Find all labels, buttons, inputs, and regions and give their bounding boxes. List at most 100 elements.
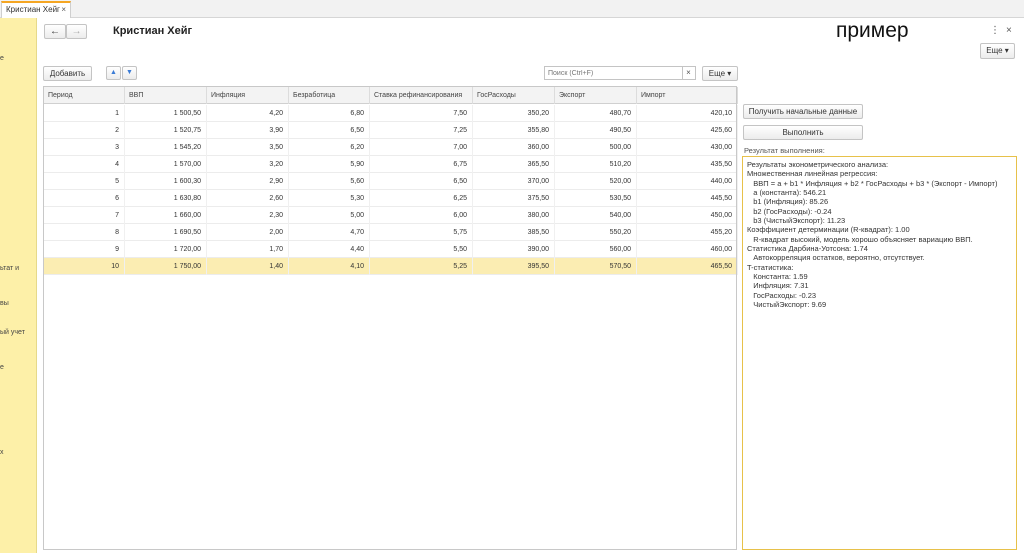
table-cell[interactable]: 2 xyxy=(44,122,125,139)
table-cell[interactable]: 1,70 xyxy=(207,241,289,258)
table-row[interactable]: 81 690,50 2,00 4,70 5,75 385,50 550,20 455,20 xyxy=(44,224,738,241)
table-cell[interactable]: 370,00 xyxy=(473,173,555,190)
table-cell[interactable]: 355,80 xyxy=(473,122,555,139)
table-cell[interactable]: 445,50 xyxy=(637,190,738,207)
table-cell[interactable]: 1 600,30 xyxy=(125,173,207,190)
table-cell[interactable]: 440,00 xyxy=(637,173,738,190)
column-header[interactable]: Экспорт xyxy=(555,87,637,104)
tab-document[interactable]: Кристиан Хейг × xyxy=(1,1,71,18)
column-header[interactable]: Инфляция xyxy=(207,87,289,104)
table-cell[interactable]: 490,50 xyxy=(555,122,637,139)
table-cell[interactable]: 5,60 xyxy=(289,173,370,190)
move-down-icon[interactable]: ▼ xyxy=(122,66,137,80)
table-cell[interactable]: 2,90 xyxy=(207,173,289,190)
table-cell[interactable]: 510,20 xyxy=(555,156,637,173)
table-cell[interactable]: 7 xyxy=(44,207,125,224)
back-button[interactable]: ← xyxy=(44,24,66,39)
sidebar-item-fragment[interactable]: вы xyxy=(0,300,9,307)
table-cell[interactable]: 1 545,20 xyxy=(125,139,207,156)
table-cell[interactable]: 8 xyxy=(44,224,125,241)
table-cell[interactable]: 385,50 xyxy=(473,224,555,241)
column-header[interactable]: Импорт xyxy=(637,87,738,104)
table-cell[interactable]: 5,50 xyxy=(370,241,473,258)
execute-button[interactable]: Выполнить xyxy=(743,125,863,140)
column-header[interactable]: Период xyxy=(44,87,125,104)
add-button[interactable]: Добавить xyxy=(43,66,92,81)
table-cell[interactable]: 2,60 xyxy=(207,190,289,207)
result-textarea[interactable]: Результаты эконометрического анализа: Мно… xyxy=(742,156,1017,550)
table-row[interactable]: 61 630,80 2,60 5,30 6,25 375,50 530,50 445,50 xyxy=(44,190,738,207)
table-cell[interactable]: 4,10 xyxy=(289,258,370,275)
table-cell[interactable]: 5,25 xyxy=(370,258,473,275)
table-cell[interactable]: 6,75 xyxy=(370,156,473,173)
table-cell[interactable]: 1,40 xyxy=(207,258,289,275)
sidebar-item-fragment[interactable]: е xyxy=(0,364,4,371)
table-cell[interactable]: 3,90 xyxy=(207,122,289,139)
table-cell[interactable]: 6,20 xyxy=(289,139,370,156)
search-input[interactable] xyxy=(545,67,681,79)
table-cell[interactable]: 2,30 xyxy=(207,207,289,224)
table-cell[interactable]: 7,00 xyxy=(370,139,473,156)
table-cell[interactable]: 460,00 xyxy=(637,241,738,258)
table-cell[interactable]: 6,00 xyxy=(370,207,473,224)
table-row[interactable]: 51 600,30 2,90 5,60 6,50 370,00 520,00 440,00 xyxy=(44,173,738,190)
table-cell[interactable]: 3,20 xyxy=(207,156,289,173)
more-vertical-icon[interactable]: ⋮ xyxy=(990,25,1000,36)
move-up-icon[interactable]: ▲ xyxy=(106,66,121,80)
table-cell[interactable]: 1 660,00 xyxy=(125,207,207,224)
table-cell[interactable]: 420,10 xyxy=(637,105,738,122)
table-cell[interactable]: 7,25 xyxy=(370,122,473,139)
table-cell[interactable]: 4,40 xyxy=(289,241,370,258)
table-cell[interactable]: 5,00 xyxy=(289,207,370,224)
table-cell[interactable]: 5,75 xyxy=(370,224,473,241)
more-actions-button[interactable]: Еще ▾ xyxy=(980,43,1015,59)
table-row[interactable]: 10 1 750,00 1,40 4,10 5,25 395,50 570,50 465,50 xyxy=(44,258,738,275)
table-cell[interactable]: 3 xyxy=(44,139,125,156)
forward-button[interactable]: → xyxy=(66,24,87,39)
table-cell[interactable]: 6,80 xyxy=(289,105,370,122)
table-cell[interactable]: 425,60 xyxy=(637,122,738,139)
table-cell[interactable]: 1 xyxy=(44,105,125,122)
table-row[interactable]: 21 520,75 3,90 6,50 7,25 355,80 490,50 425,60 xyxy=(44,122,738,139)
table-cell[interactable]: 6,25 xyxy=(370,190,473,207)
table-row[interactable]: 41 570,00 3,20 5,90 6,75 365,50 510,20 435,50 xyxy=(44,156,738,173)
table-cell[interactable]: 7,50 xyxy=(370,105,473,122)
table-cell[interactable]: 395,50 xyxy=(473,258,555,275)
table-cell[interactable]: 540,00 xyxy=(555,207,637,224)
table-cell[interactable]: 350,20 xyxy=(473,105,555,122)
search-field[interactable]: × xyxy=(544,66,696,80)
table-cell[interactable]: 4,20 xyxy=(207,105,289,122)
table-cell[interactable]: 560,00 xyxy=(555,241,637,258)
tab-close-icon[interactable]: × xyxy=(61,5,66,14)
sidebar-item-fragment[interactable]: ый учет xyxy=(0,329,25,336)
sidebar-item-fragment[interactable]: ьтат и xyxy=(0,265,19,272)
table-cell[interactable]: 3,50 xyxy=(207,139,289,156)
table-cell[interactable]: 1 690,50 xyxy=(125,224,207,241)
table-cell[interactable]: 2,00 xyxy=(207,224,289,241)
table-cell[interactable]: 390,00 xyxy=(473,241,555,258)
table-cell[interactable]: 480,70 xyxy=(555,105,637,122)
table-row[interactable]: 11 500,50 4,20 6,80 7,50 350,20 480,70 420,10 xyxy=(44,105,738,122)
close-icon[interactable]: × xyxy=(1006,25,1012,36)
table-cell[interactable]: 1 520,75 xyxy=(125,122,207,139)
column-header[interactable]: Ставка рефинансирования xyxy=(370,87,473,104)
table-cell[interactable]: 4,70 xyxy=(289,224,370,241)
table-cell[interactable]: 455,20 xyxy=(637,224,738,241)
table-cell[interactable]: 1 720,00 xyxy=(125,241,207,258)
table-cell[interactable]: 450,00 xyxy=(637,207,738,224)
table-cell[interactable]: 435,50 xyxy=(637,156,738,173)
column-header[interactable]: ГосРасходы xyxy=(473,87,555,104)
table-row[interactable]: 71 660,00 2,30 5,00 6,00 380,00 540,00 450,00 xyxy=(44,207,738,224)
table-cell[interactable]: 1 750,00 xyxy=(125,258,207,275)
table-cell[interactable]: 1 630,80 xyxy=(125,190,207,207)
sidebar-item-fragment[interactable]: е xyxy=(0,55,4,62)
table-cell[interactable]: 530,50 xyxy=(555,190,637,207)
table-cell[interactable]: 375,50 xyxy=(473,190,555,207)
table-cell[interactable]: 1 570,00 xyxy=(125,156,207,173)
table-cell[interactable]: 365,50 xyxy=(473,156,555,173)
table-cell[interactable]: 10 xyxy=(44,258,125,275)
table-cell[interactable]: 9 xyxy=(44,241,125,258)
sidebar-item-fragment[interactable]: х xyxy=(0,449,4,456)
table-cell[interactable]: 360,00 xyxy=(473,139,555,156)
table-cell[interactable]: 570,50 xyxy=(555,258,637,275)
